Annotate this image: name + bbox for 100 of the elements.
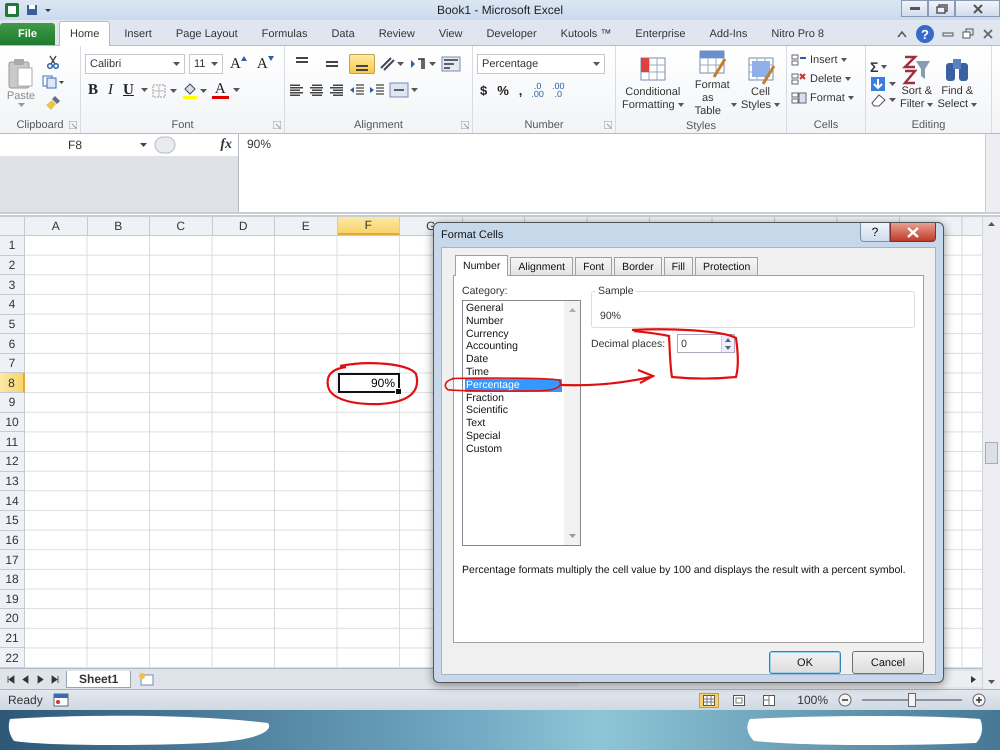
underline-button[interactable]: U: [120, 82, 137, 99]
vertical-align-button[interactable]: [349, 54, 375, 74]
scroll-thumb[interactable]: [985, 442, 998, 464]
dialog-launcher-icon[interactable]: [273, 121, 281, 129]
ribbon-tab[interactable]: Insert: [114, 23, 162, 45]
cells-button[interactable]: Format: [791, 90, 861, 106]
row-header[interactable]: 21: [0, 628, 25, 648]
dialog-tab[interactable]: Font: [575, 257, 612, 275]
row-header[interactable]: 15: [0, 510, 25, 531]
cancel-button[interactable]: Cancel: [852, 651, 924, 674]
macro-record-icon[interactable]: [52, 693, 69, 707]
category-item[interactable]: Custom: [465, 442, 562, 456]
row-header[interactable]: 1: [0, 236, 25, 256]
dialog-tab[interactable]: Protection: [695, 257, 758, 275]
insert-sheet-icon[interactable]: [137, 672, 156, 686]
fill-color-icon[interactable]: [182, 82, 208, 98]
close-button[interactable]: [890, 223, 936, 242]
ribbon-tab[interactable]: Add-Ins: [700, 23, 758, 45]
cells-button[interactable]: Insert: [791, 52, 861, 68]
category-item[interactable]: General: [465, 302, 562, 315]
row-header[interactable]: 6: [0, 334, 25, 354]
number-format-box[interactable]: Percentage: [477, 54, 605, 74]
paragraph-icon[interactable]: [409, 56, 437, 72]
dialog-launcher-icon[interactable]: [69, 121, 77, 129]
align-text-icon[interactable]: [289, 83, 305, 97]
grow-font-button[interactable]: A: [227, 56, 250, 72]
dialog-tab[interactable]: Border: [614, 257, 662, 275]
category-item[interactable]: Currency: [465, 328, 562, 340]
category-item[interactable]: Text: [465, 417, 562, 430]
category-item[interactable]: Special: [465, 430, 562, 443]
find-select-button[interactable]: Find & Select: [935, 55, 980, 111]
row-header[interactable]: 17: [0, 550, 25, 570]
increase-indent-icon[interactable]: [369, 83, 385, 97]
ribbon-tab[interactable]: Developer: [476, 23, 547, 45]
align-text-icon[interactable]: [329, 83, 345, 97]
ribbon-tab[interactable]: Kutools ™: [550, 23, 622, 45]
merge-cells-icon[interactable]: [389, 82, 419, 98]
wrap-text-icon[interactable]: [441, 56, 461, 72]
row-header[interactable]: 2: [0, 256, 25, 276]
cells-button[interactable]: Delete: [791, 71, 861, 87]
row-header[interactable]: 3: [0, 275, 25, 295]
ribbon-tab[interactable]: Home: [59, 21, 110, 46]
ribbon-tab[interactable]: Review: [368, 23, 425, 45]
font-color-button[interactable]: A: [212, 82, 229, 99]
increase-decimal-button[interactable]: .0 .00: [529, 82, 546, 98]
row-header[interactable]: 19: [0, 590, 25, 610]
help-button[interactable]: ?: [916, 25, 934, 43]
borders-icon[interactable]: [152, 84, 178, 98]
zoom-slider-thumb[interactable]: [908, 693, 916, 707]
category-item[interactable]: Number: [465, 314, 562, 328]
bold-button[interactable]: B: [85, 82, 102, 99]
formula-field[interactable]: 90%: [239, 134, 985, 212]
column-header[interactable]: F: [338, 217, 400, 235]
excel-logo-icon[interactable]: [4, 2, 20, 18]
category-item[interactable]: Time: [465, 366, 562, 379]
italic-button[interactable]: I: [105, 82, 116, 99]
restore-icon[interactable]: [962, 28, 974, 40]
align-text-icon[interactable]: [309, 83, 325, 97]
splitter-handle-icon[interactable]: [154, 136, 176, 154]
font-name-box[interactable]: Calibri: [85, 54, 185, 74]
dialog-launcher-icon[interactable]: [604, 121, 612, 129]
restore-button[interactable]: [928, 0, 955, 17]
font-size-box[interactable]: 11: [189, 54, 223, 74]
row-header[interactable]: 16: [0, 530, 25, 550]
row-header[interactable]: 4: [0, 294, 25, 315]
decrease-decimal-button[interactable]: .00 .0: [550, 82, 566, 98]
name-box[interactable]: F8: [0, 135, 150, 155]
ribbon-tab[interactable]: Data: [321, 23, 365, 45]
row-header[interactable]: 5: [0, 314, 25, 334]
category-item[interactable]: Accounting: [465, 340, 562, 354]
format-painter-icon[interactable]: [45, 95, 61, 111]
row-header[interactable]: 8: [0, 373, 25, 394]
number-format-button[interactable]: $: [477, 82, 490, 98]
close-icon[interactable]: [982, 28, 994, 40]
format-as-table-button[interactable]: Format as Table: [686, 49, 740, 118]
ok-button[interactable]: OK: [769, 651, 841, 674]
row-header[interactable]: 20: [0, 609, 25, 629]
sort-filter-button[interactable]: Sort & Filter: [898, 55, 936, 111]
scissors-icon[interactable]: [46, 55, 60, 69]
number-format-button[interactable]: %: [494, 82, 512, 98]
zoom-out-icon[interactable]: [838, 693, 852, 707]
save-icon[interactable]: [26, 4, 38, 16]
row-header[interactable]: 11: [0, 432, 25, 452]
dialog-tab[interactable]: Alignment: [510, 257, 574, 275]
collapse-ribbon-icon[interactable]: [896, 29, 908, 39]
zoom-level[interactable]: 100%: [797, 693, 828, 707]
row-header[interactable]: 13: [0, 472, 25, 492]
number-format-button[interactable]: ,: [516, 82, 526, 98]
scrollbar[interactable]: [982, 217, 1000, 689]
ribbon-tab[interactable]: Enterprise: [625, 23, 696, 45]
sheet-nav-icon[interactable]: [51, 674, 60, 684]
row-header[interactable]: 9: [0, 393, 25, 413]
caret-icon[interactable]: [232, 88, 240, 93]
dialog-launcher-icon[interactable]: [461, 121, 469, 129]
active-cell[interactable]: 90%: [338, 373, 400, 394]
ribbon-tab[interactable]: Page Layout: [166, 23, 248, 45]
fill-down-icon[interactable]: [870, 76, 898, 92]
category-item[interactable]: Scientific: [465, 404, 562, 418]
text-orientation-icon[interactable]: [379, 56, 405, 72]
conditional-formatting-button[interactable]: Conditional Formatting: [620, 56, 686, 112]
